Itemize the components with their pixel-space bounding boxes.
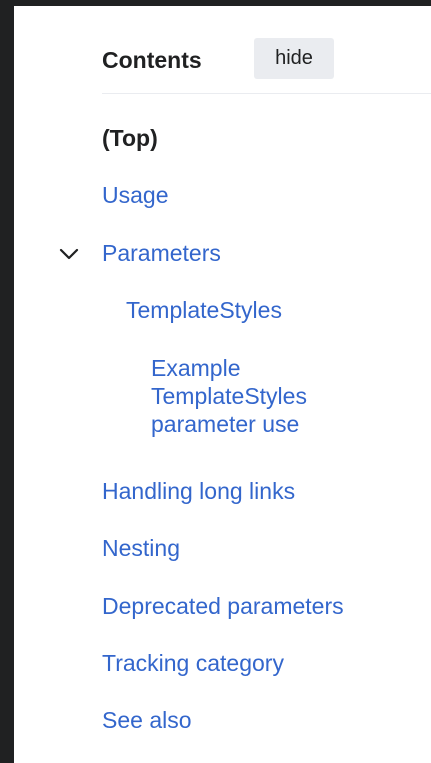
toc-item-deprecated-parameters[interactable]: Deprecated parameters <box>102 593 344 620</box>
toc-item-nesting[interactable]: Nesting <box>102 535 180 562</box>
chevron-down-icon[interactable] <box>58 243 80 265</box>
toc-item-parameters[interactable]: Parameters <box>102 240 221 267</box>
toc-item-usage[interactable]: Usage <box>102 182 168 209</box>
toc-item-handling-long-links[interactable]: Handling long links <box>102 478 295 505</box>
toc-item-example-templatestyles[interactable]: Example TemplateStyles parameter use <box>151 354 381 438</box>
hide-toc-button[interactable]: hide <box>254 38 334 79</box>
window-frame-left <box>0 0 14 763</box>
toc-item-templatestyles[interactable]: TemplateStyles <box>126 297 282 324</box>
toc-item-top[interactable]: (Top) <box>102 125 158 152</box>
toc-title: Contents <box>102 47 202 73</box>
toc-header: Contents hide <box>102 38 431 94</box>
toc-item-see-also[interactable]: See also <box>102 707 192 734</box>
table-of-contents: Contents hide (Top) Usage Parameters Tem… <box>14 6 431 763</box>
toc-item-tracking-category[interactable]: Tracking category <box>102 650 284 677</box>
